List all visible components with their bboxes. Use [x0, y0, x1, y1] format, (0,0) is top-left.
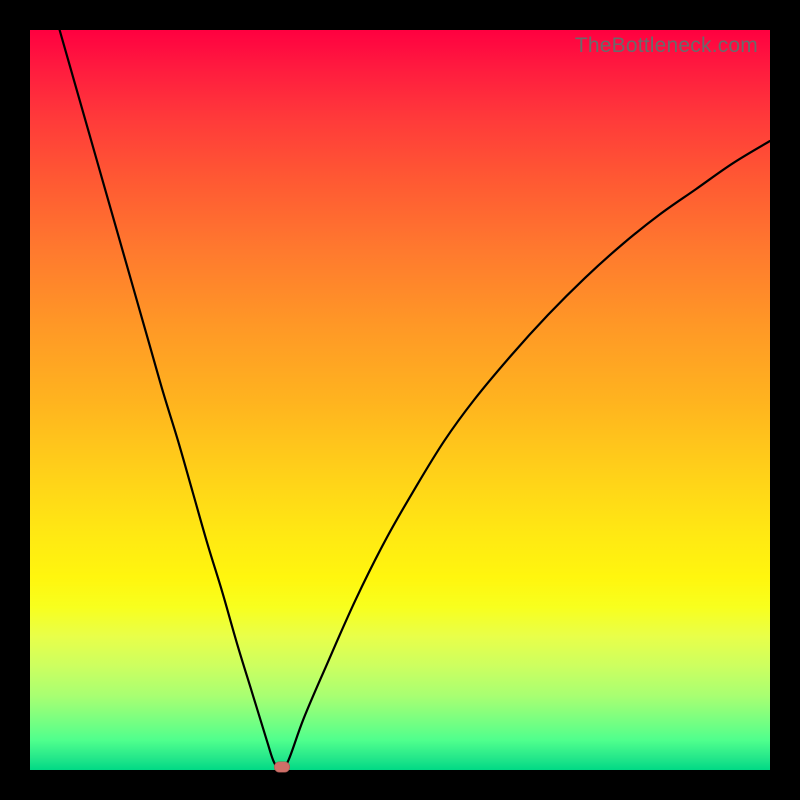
chart-frame: TheBottleneck.com [0, 0, 800, 800]
watermark-text: TheBottleneck.com [575, 34, 758, 58]
minimum-marker [274, 762, 290, 773]
plot-area: TheBottleneck.com [30, 30, 770, 770]
curve-svg [30, 30, 770, 770]
bottleneck-curve [60, 30, 770, 770]
